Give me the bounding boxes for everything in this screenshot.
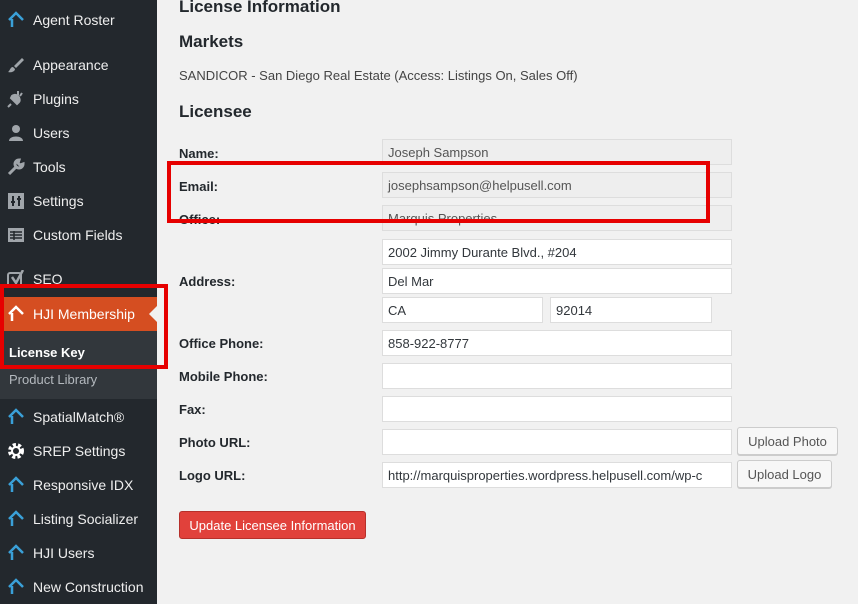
- nav-label: HJI Membership: [33, 306, 135, 322]
- upload-logo-button[interactable]: Upload Logo: [737, 460, 832, 488]
- nav-item-custom-fields[interactable]: Custom Fields: [0, 218, 157, 252]
- nav-label: Plugins: [33, 91, 79, 107]
- submenu: License Key Product Library: [0, 331, 157, 399]
- plug-icon: [6, 89, 26, 109]
- nav-label: Tools: [33, 159, 66, 175]
- markets-text: SANDICOR - San Diego Real Estate (Access…: [179, 68, 578, 83]
- nav-item-users[interactable]: Users: [0, 116, 157, 150]
- nav-label: Responsive IDX: [33, 477, 134, 493]
- photo-url-label: Photo URL:: [179, 435, 251, 450]
- nav-label: Appearance: [33, 57, 109, 73]
- table-icon: [6, 225, 26, 245]
- mobile-phone-label: Mobile Phone:: [179, 369, 268, 384]
- nav-item-srep-settings[interactable]: SREP Settings: [0, 434, 157, 468]
- nav-label: HJI Users: [33, 545, 95, 561]
- hji-house-icon: [6, 509, 26, 529]
- nav-label: New Construction: [33, 579, 144, 595]
- fax-label: Fax:: [179, 402, 206, 417]
- mobile-phone-input[interactable]: [382, 363, 732, 389]
- hji-house-icon: [6, 304, 26, 324]
- hji-house-icon: [6, 10, 26, 30]
- nav-label: Users: [33, 125, 70, 141]
- nav-item-hji-membership[interactable]: HJI Membership: [0, 297, 157, 331]
- wrench-icon: [6, 157, 26, 177]
- photo-url-input[interactable]: [382, 429, 732, 455]
- hji-house-icon: [6, 407, 26, 427]
- office-label: Office:: [179, 212, 221, 227]
- nav-item-plugins[interactable]: Plugins: [0, 82, 157, 116]
- admin-sidebar: Agent Roster Appearance Plugins Users To…: [0, 0, 157, 604]
- nav-label: SEO: [33, 271, 63, 287]
- upload-photo-button[interactable]: Upload Photo: [737, 427, 838, 455]
- nav-item-appearance[interactable]: Appearance: [0, 48, 157, 82]
- gear-icon: [6, 441, 26, 461]
- nav-label: SpatialMatch®: [33, 409, 125, 425]
- nav-item-settings[interactable]: Settings: [0, 184, 157, 218]
- nav-label: Listing Socializer: [33, 511, 139, 527]
- office-phone-label: Office Phone:: [179, 336, 264, 351]
- nav-label: Agent Roster: [33, 12, 115, 28]
- name-label: Name:: [179, 146, 219, 161]
- email-label: Email:: [179, 179, 219, 194]
- nav-item-listing-socializer[interactable]: Listing Socializer: [0, 502, 157, 536]
- licensee-title: Licensee: [179, 102, 252, 121]
- name-field: Joseph Sampson: [382, 139, 732, 165]
- logo-url-input[interactable]: http://marquisproperties.wordpress.helpu…: [382, 462, 732, 488]
- nav-label: Settings: [33, 193, 84, 209]
- submenu-license-key[interactable]: License Key: [9, 345, 85, 360]
- hji-house-icon: [6, 475, 26, 495]
- nav-item-spatialmatch[interactable]: SpatialMatch®: [0, 400, 157, 434]
- markets-title: Markets: [179, 32, 244, 51]
- submenu-product-library[interactable]: Product Library: [9, 372, 97, 387]
- update-licensee-button[interactable]: Update Licensee Information: [179, 511, 366, 539]
- nav-item-seo[interactable]: SEO: [0, 262, 157, 296]
- nav-item-hji-users[interactable]: HJI Users: [0, 536, 157, 570]
- email-field: josephsampson@helpusell.com: [382, 172, 732, 198]
- address-line1-input[interactable]: 2002 Jimmy Durante Blvd., #204: [382, 239, 732, 265]
- user-icon: [6, 123, 26, 143]
- active-indicator: [149, 306, 157, 322]
- license-information-title: License Information: [179, 0, 341, 16]
- nav-item-responsive-idx[interactable]: Responsive IDX: [0, 468, 157, 502]
- sliders-icon: [6, 191, 26, 211]
- logo-url-label: Logo URL:: [179, 468, 246, 483]
- paintbrush-icon: [6, 55, 26, 75]
- hji-house-icon: [6, 577, 26, 597]
- office-phone-input[interactable]: 858-922-8777: [382, 330, 732, 356]
- nav-item-tools[interactable]: Tools: [0, 150, 157, 184]
- nav-label: Custom Fields: [33, 227, 123, 243]
- address-label: Address:: [179, 274, 236, 289]
- yoast-icon: [6, 269, 26, 289]
- state-input[interactable]: CA: [382, 297, 543, 323]
- nav-label: SREP Settings: [33, 443, 126, 459]
- fax-input[interactable]: [382, 396, 732, 422]
- office-field: Marquis Properties: [382, 205, 732, 231]
- nav-item-new-construction[interactable]: New Construction: [0, 570, 157, 604]
- hji-house-icon: [6, 543, 26, 563]
- zip-input[interactable]: 92014: [550, 297, 712, 323]
- nav-item-agent-roster[interactable]: Agent Roster: [0, 3, 157, 37]
- address-line2-input[interactable]: Del Mar: [382, 268, 732, 294]
